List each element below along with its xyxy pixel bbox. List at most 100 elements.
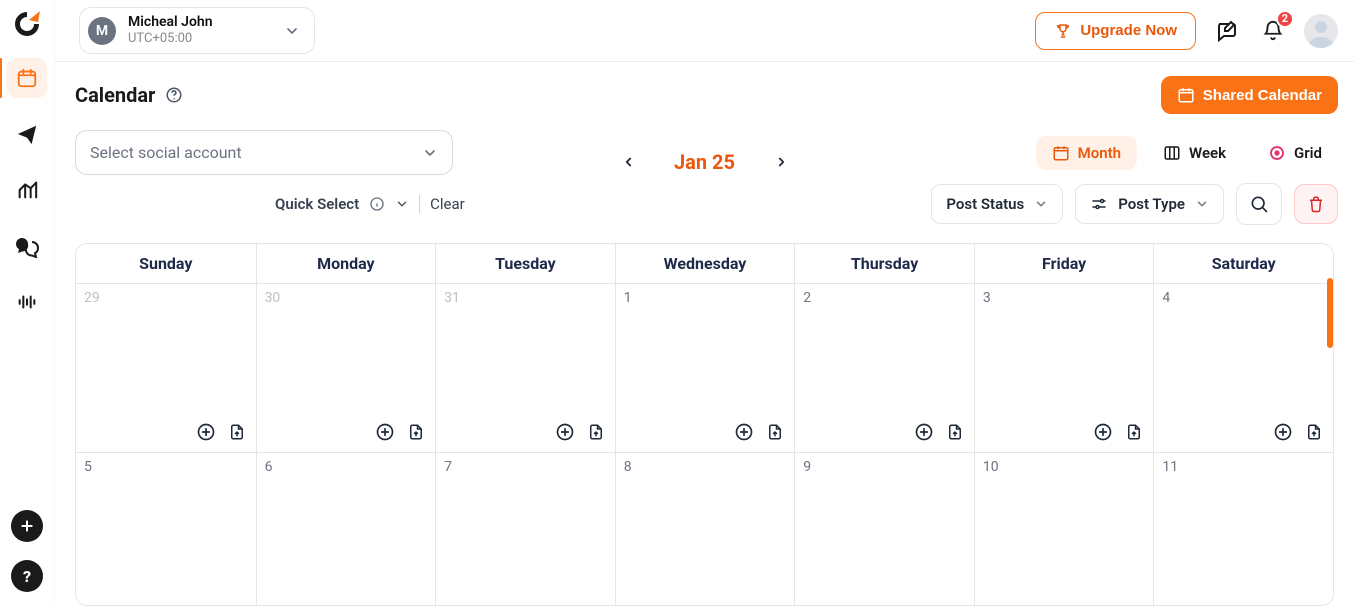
file-upload-icon (587, 422, 605, 442)
day-header: Wednesday (615, 244, 795, 283)
day-header: Tuesday (435, 244, 615, 283)
day-number: 7 (444, 459, 607, 475)
day-header: Sunday (76, 244, 256, 283)
app-logo[interactable] (11, 8, 43, 40)
day-number: 31 (444, 290, 607, 306)
workspace-name: Micheal John (128, 14, 213, 32)
upload-button[interactable] (1125, 422, 1143, 442)
upload-button[interactable] (587, 422, 605, 442)
view-week-label: Week (1189, 144, 1226, 162)
calendar-cell[interactable]: 10 (974, 453, 1154, 606)
calendar-cell[interactable]: 31 (435, 284, 615, 452)
add-post-button[interactable] (375, 422, 395, 442)
calendar-header: Sunday Monday Tuesday Wednesday Thursday… (76, 244, 1333, 284)
upload-button[interactable] (766, 422, 784, 442)
search-button[interactable] (1236, 183, 1282, 225)
delete-button[interactable] (1294, 184, 1338, 224)
post-type-filter[interactable]: Post Type (1075, 184, 1224, 224)
select-social-account[interactable]: Select social account (75, 130, 453, 175)
day-number: 1 (624, 290, 787, 306)
page-header: Calendar Shared Calendar (55, 62, 1354, 124)
calendar-controls: Select social account Month (55, 124, 1354, 225)
calendar: Sunday Monday Tuesday Wednesday Thursday… (55, 225, 1354, 606)
workspace-avatar: M (88, 17, 116, 45)
cell-actions (555, 422, 605, 442)
calendar-cell[interactable]: 2 (794, 284, 974, 452)
post-status-filter[interactable]: Post Status (931, 184, 1063, 224)
search-icon (1249, 194, 1269, 214)
upload-button[interactable] (407, 422, 425, 442)
calendar-cell[interactable]: 5 (76, 453, 256, 606)
file-upload-icon (946, 422, 964, 442)
view-switch: Month Week Grid (1036, 136, 1338, 170)
file-upload-icon (228, 422, 246, 442)
calendar-cell[interactable]: 29 (76, 284, 256, 452)
columns-icon (1163, 144, 1181, 162)
calendar-icon (1052, 144, 1070, 162)
chat-icon (15, 234, 39, 258)
cell-actions (196, 422, 246, 442)
scrollbar-thumb[interactable] (1327, 278, 1333, 348)
calendar-cell[interactable]: 6 (256, 453, 436, 606)
next-month-button[interactable] (767, 148, 795, 176)
upgrade-button[interactable]: Upgrade Now (1035, 12, 1196, 50)
select-placeholder: Select social account (90, 143, 242, 162)
sidebar-help-button[interactable]: ? (11, 560, 43, 592)
day-header: Monday (256, 244, 436, 283)
sidebar-item-analytics[interactable] (7, 170, 47, 210)
sidebar-item-inbox[interactable] (7, 226, 47, 266)
sidebar-item-calendar[interactable] (7, 58, 47, 98)
question-icon: ? (23, 567, 31, 586)
quick-select-dropdown[interactable] (395, 197, 409, 211)
sidebar: ? (0, 0, 55, 606)
user-avatar[interactable] (1304, 14, 1338, 48)
quick-select-label: Quick Select (275, 195, 359, 213)
add-post-button[interactable] (734, 422, 754, 442)
main-content: M Micheal John UTC+05:00 Upgrade Now (55, 0, 1354, 606)
feedback-button[interactable] (1212, 16, 1242, 46)
upgrade-label: Upgrade Now (1080, 22, 1177, 39)
add-post-button[interactable] (914, 422, 934, 442)
divider (419, 195, 420, 213)
sidebar-item-publish[interactable] (7, 114, 47, 154)
cell-actions (1273, 422, 1323, 442)
sidebar-add-button[interactable] (11, 510, 43, 542)
calendar-cell[interactable]: 8 (615, 453, 795, 606)
current-month: Jan 25 (674, 150, 735, 174)
help-icon[interactable] (165, 86, 183, 104)
post-status-label: Post Status (946, 195, 1024, 213)
add-post-button[interactable] (196, 422, 216, 442)
view-month[interactable]: Month (1036, 136, 1137, 170)
notifications-button[interactable]: 2 (1258, 16, 1288, 46)
day-header: Saturday (1153, 244, 1333, 283)
clear-button[interactable]: Clear (430, 195, 465, 213)
day-number: 4 (1162, 290, 1325, 306)
add-post-button[interactable] (1273, 422, 1293, 442)
plus-circle-icon (1273, 422, 1293, 442)
message-edit-icon (1215, 19, 1239, 43)
calendar-cell[interactable]: 9 (794, 453, 974, 606)
shared-calendar-button[interactable]: Shared Calendar (1161, 76, 1338, 114)
chevron-down-icon (284, 23, 300, 39)
calendar-cell[interactable]: 11 (1153, 453, 1333, 606)
sidebar-item-listening[interactable] (7, 282, 47, 322)
day-number: 3 (983, 290, 1146, 306)
add-post-button[interactable] (555, 422, 575, 442)
upload-button[interactable] (228, 422, 246, 442)
calendar-cell[interactable]: 3 (974, 284, 1154, 452)
info-icon[interactable] (369, 196, 385, 212)
workspace-selector[interactable]: M Micheal John UTC+05:00 (79, 7, 315, 55)
upload-button[interactable] (1305, 422, 1323, 442)
calendar-cell[interactable]: 1 (615, 284, 795, 452)
upload-button[interactable] (946, 422, 964, 442)
calendar-cell[interactable]: 30 (256, 284, 436, 452)
prev-month-button[interactable] (614, 148, 642, 176)
calendar-cell[interactable]: 4 (1153, 284, 1333, 452)
calendar-cell[interactable]: 7 (435, 453, 615, 606)
chevron-down-icon (422, 145, 438, 161)
notifications-badge: 2 (1276, 10, 1294, 28)
view-week[interactable]: Week (1147, 136, 1242, 170)
calendar-row: 2930 31 1234 (76, 284, 1333, 452)
view-grid[interactable]: Grid (1252, 136, 1338, 170)
add-post-button[interactable] (1093, 422, 1113, 442)
